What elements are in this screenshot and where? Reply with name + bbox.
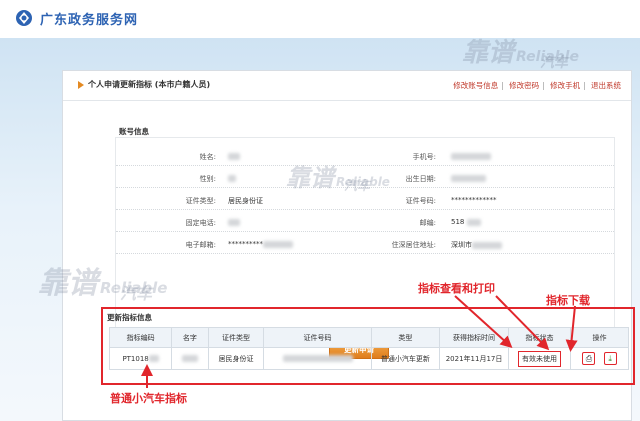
arrow-to-download xyxy=(565,305,578,352)
arrow-to-status xyxy=(454,295,513,349)
annotation-arrows xyxy=(141,295,578,388)
